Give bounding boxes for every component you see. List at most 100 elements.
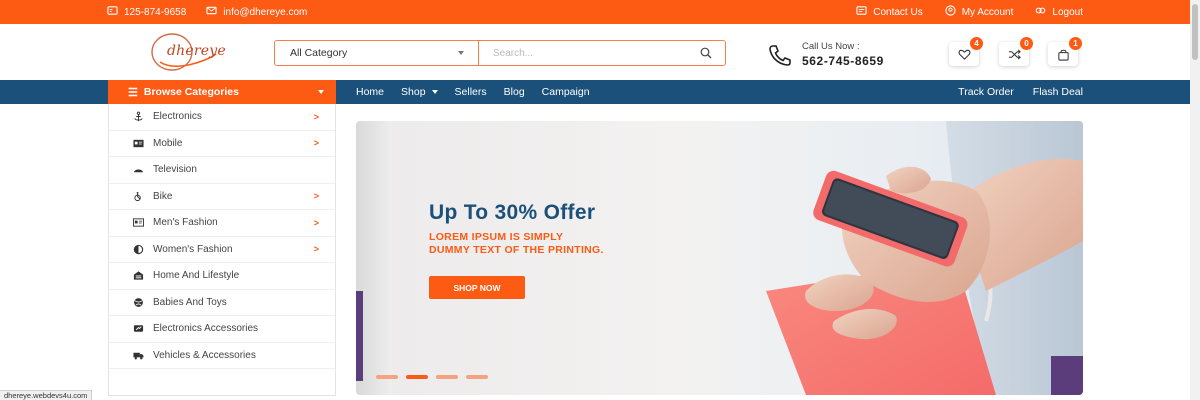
call-number: 562-745-8659 — [802, 54, 884, 68]
shop-now-button[interactable]: SHOP NOW — [429, 276, 525, 299]
my-account-label: My Account — [961, 6, 1014, 18]
nav-home[interactable]: Home — [356, 86, 384, 98]
category-label: Home And Lifestyle — [153, 270, 240, 282]
wishlist-button[interactable]: 4 — [949, 37, 983, 66]
logo-text: dhereye — [167, 43, 226, 59]
nav-flash-deal[interactable]: Flash Deal — [1033, 86, 1083, 98]
banner-subtitle-line2: DUMMY TEXT OF THE PRINTING. — [429, 244, 604, 256]
banner-title: Up To 30% Offer — [429, 201, 596, 224]
chevron-right-icon: > — [313, 217, 319, 228]
category-label: Vehicles & Accessories — [153, 349, 256, 361]
compare-count-badge: 0 — [1020, 37, 1033, 50]
category-item-babies-toys[interactable]: Babies And Toys — [109, 290, 335, 316]
nav-campaign[interactable]: Campaign — [542, 86, 590, 98]
page: 125-874-9658 info@dhereye.com Contact Us — [0, 0, 1200, 400]
category-item-vehicles-accessories[interactable]: Vehicles & Accessories — [109, 343, 335, 369]
nav-shop[interactable]: Shop — [401, 86, 438, 98]
bike-icon — [131, 190, 145, 202]
top-bar: 125-874-9658 info@dhereye.com Contact Us — [0, 0, 1190, 24]
browse-categories-button[interactable]: ☰ Browse Categories — [108, 80, 336, 104]
half-circle-icon — [131, 243, 145, 255]
banner-subtitle-line1: LOREM IPSUM IS SIMPLY — [429, 231, 564, 243]
chevron-right-icon: > — [313, 138, 319, 149]
vertical-scrollbar[interactable] — [1190, 0, 1200, 400]
category-label: Television — [153, 164, 197, 176]
ball-icon — [131, 296, 145, 308]
category-item-bike[interactable]: Bike > — [109, 184, 335, 210]
nav-shop-label: Shop — [401, 86, 426, 98]
call-us[interactable]: Call Us Now : 562-745-8659 — [768, 41, 884, 68]
chevron-down-icon — [318, 90, 324, 94]
phone-icon — [107, 5, 118, 19]
address-card-icon — [131, 217, 145, 229]
topbar-email-text: info@dhereye.com — [223, 6, 308, 18]
category-item-electronics-accessories[interactable]: Electronics Accessories — [109, 316, 335, 343]
site-logo[interactable]: dhereye — [150, 32, 226, 72]
scrollbar-thumb[interactable] — [1192, 4, 1198, 60]
category-label: Men's Fashion — [153, 217, 218, 229]
phone-handset-icon — [769, 44, 791, 66]
header: dhereye All Category Call Us Now : 562-7… — [0, 24, 1190, 80]
banner-subtitle: LOREM IPSUM IS SIMPLY DUMMY TEXT OF THE … — [429, 231, 604, 257]
nav-blog[interactable]: Blog — [504, 86, 525, 98]
category-label: Women's Fashion — [153, 243, 233, 255]
main-nav: ☰ Browse Categories Home Shop Sellers Bl… — [0, 80, 1190, 104]
browse-categories-label: Browse Categories — [143, 86, 239, 98]
category-item-womens-fashion[interactable]: Women's Fashion > — [109, 237, 335, 263]
logout-label: Logout — [1052, 6, 1083, 18]
contact-us-link[interactable]: Contact Us — [856, 5, 923, 19]
chevron-down-icon — [458, 51, 464, 55]
plug-icon — [131, 323, 145, 335]
hero-phone-hand-image — [766, 121, 1083, 395]
nav-track-order[interactable]: Track Order — [958, 86, 1014, 98]
category-item-home-lifestyle[interactable]: Home And Lifestyle — [109, 263, 335, 290]
home-icon — [131, 270, 145, 282]
mail-icon — [206, 5, 217, 19]
id-card-icon — [131, 137, 145, 149]
contact-us-label: Contact Us — [873, 6, 923, 18]
user-circle-icon — [945, 5, 956, 19]
tv-icon — [131, 164, 145, 176]
search-icon — [700, 47, 712, 59]
search-button[interactable] — [687, 41, 725, 65]
topbar-phone[interactable]: 125-874-9658 — [107, 5, 186, 19]
category-select-value: All Category — [290, 47, 348, 59]
category-label: Electronics — [153, 111, 202, 123]
category-item-mobile[interactable]: Mobile > — [109, 131, 335, 157]
banner-purple-accent — [356, 291, 363, 381]
category-label: Babies And Toys — [153, 296, 227, 308]
category-select[interactable]: All Category — [275, 41, 479, 65]
status-bar-url: dhereye.webdevs4u.com — [0, 390, 93, 400]
compare-button[interactable]: 0 — [999, 37, 1033, 66]
slider-dot-active[interactable] — [406, 375, 428, 379]
search-input[interactable] — [479, 41, 687, 65]
slider-dot[interactable] — [376, 375, 398, 379]
category-item-television[interactable]: Television — [109, 157, 335, 184]
my-account-link[interactable]: My Account — [945, 5, 1014, 19]
truck-icon — [131, 349, 145, 361]
chevron-right-icon: > — [313, 111, 319, 122]
slider-dot[interactable] — [436, 375, 458, 379]
call-label: Call Us Now : — [802, 41, 860, 52]
cart-count-badge: 1 — [1069, 37, 1082, 50]
category-item-electronics[interactable]: Electronics > — [109, 104, 335, 131]
chevron-right-icon: > — [313, 244, 319, 255]
shopping-bag-icon — [1057, 49, 1069, 61]
cart-button[interactable]: 1 — [1048, 37, 1082, 66]
logout-link[interactable]: Logout — [1035, 5, 1083, 19]
category-label: Mobile — [153, 137, 183, 149]
search-bar: All Category — [274, 40, 726, 66]
topbar-email[interactable]: info@dhereye.com — [206, 5, 307, 19]
nav-sellers[interactable]: Sellers — [455, 86, 487, 98]
logout-icon — [1035, 5, 1046, 19]
category-label: Bike — [153, 190, 173, 202]
category-item-mens-fashion[interactable]: Men's Fashion > — [109, 210, 335, 237]
slider-dot[interactable] — [466, 375, 488, 379]
topbar-phone-text: 125-874-9658 — [124, 6, 187, 18]
chevron-down-icon — [431, 90, 438, 94]
category-sidebar: Electronics > Mobile > Television Bike >… — [108, 104, 336, 396]
category-label: Electronics Accessories — [153, 323, 259, 335]
anchor-icon — [131, 111, 145, 123]
contact-card-icon — [856, 5, 867, 19]
heart-icon — [958, 49, 970, 60]
